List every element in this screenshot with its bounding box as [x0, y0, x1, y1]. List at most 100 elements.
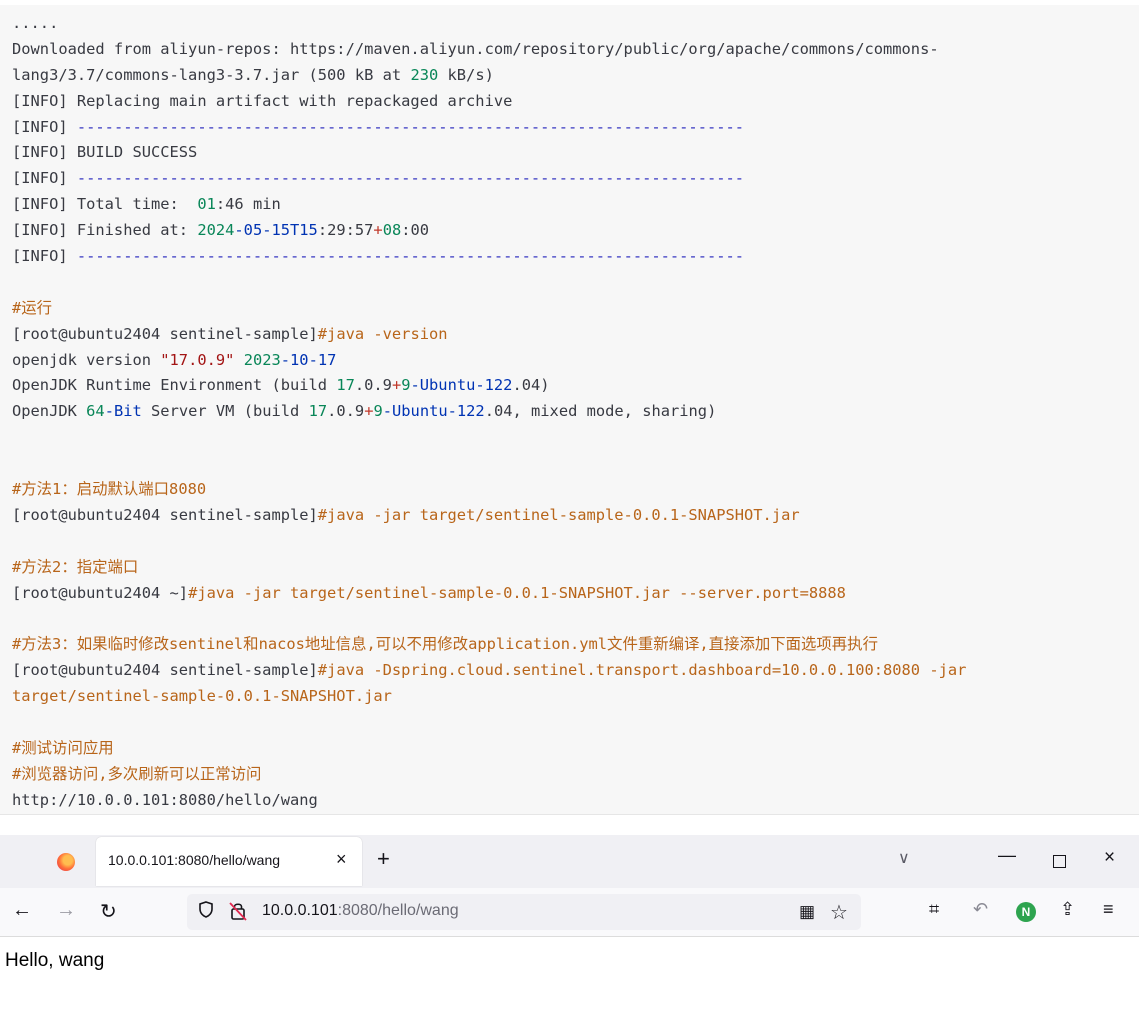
code-line: [INFO] ---------------------------------…: [12, 166, 1131, 192]
code-token: #浏览器访问,多次刷新可以正常访问: [12, 764, 262, 783]
code-token: #java -Dspring.cloud.sentinel.transport.…: [317, 661, 967, 680]
code-line: #方法2：指定端口: [12, 555, 1131, 581]
code-token: #测试访问应用: [12, 738, 114, 757]
page-content: Hello, wang: [5, 950, 105, 971]
code-block: ..... Downloaded from aliyun-repos: https…: [0, 5, 1139, 815]
code-line: lang3/3.7/commons-lang3-3.7.jar (500 kB …: [12, 63, 1131, 89]
tab-close-icon[interactable]: ×: [336, 849, 347, 870]
url-host: 10.0.0.101: [262, 902, 338, 919]
url-path: :8080/hello/wang: [337, 902, 459, 919]
code-line: [INFO] BUILD SUCCESS: [12, 140, 1131, 166]
code-token: -Ubuntu-122: [382, 402, 485, 421]
code-line: #浏览器访问,多次刷新可以正常访问: [12, 762, 1131, 788]
code-token: 2023: [243, 350, 281, 369]
code-token: http://10.0.0.101:8080/hello/wang: [12, 790, 318, 809]
crop-icon[interactable]: ⌗: [929, 899, 939, 920]
code-token: [root@ubuntu2404 sentinel-sample]: [12, 505, 318, 524]
menu-icon[interactable]: ≡: [1103, 899, 1114, 920]
code-token: -Bit: [104, 402, 142, 421]
code-token: #运行: [12, 298, 53, 317]
code-token: #方法1：启动默认端口8080: [12, 480, 207, 499]
undo-icon[interactable]: ↶: [973, 899, 988, 920]
code-line: [INFO] Replacing main artifact with repa…: [12, 89, 1131, 115]
code-token: [INFO] Finished at:: [12, 221, 198, 240]
code-token: [root@ubuntu2404 ~]: [12, 583, 189, 602]
close-window-button[interactable]: ×: [1104, 847, 1115, 869]
forward-icon[interactable]: →: [56, 899, 76, 922]
url-text[interactable]: 10.0.0.101:8080/hello/wang: [262, 902, 459, 920]
code-token: +: [373, 221, 383, 240]
code-line: OpenJDK 64-Bit Server VM (build 17.0.9+9…: [12, 399, 1131, 425]
firefox-logo-icon[interactable]: [57, 853, 75, 871]
code-line: [INFO] Total time: 01:46 min: [12, 192, 1131, 218]
share-icon[interactable]: ⇪: [1060, 899, 1075, 920]
code-token: [INFO]: [12, 247, 77, 266]
code-token: #方法3：如果临时修改sentinel和nacos地址信息,可以不用修改appl…: [12, 635, 878, 654]
url-bar[interactable]: 10.0.0.101:8080/hello/wang ▦ ☆: [187, 894, 861, 930]
code-token: [root@ubuntu2404 sentinel-sample]: [12, 661, 318, 680]
code-token: ----------------------------------------…: [76, 247, 745, 266]
code-token: :00: [401, 221, 430, 240]
code-token: #java -jar target/sentinel-sample-0.0.1-…: [188, 583, 846, 602]
code-token: ----------------------------------------…: [76, 169, 745, 188]
code-token: "17.0.9": [160, 350, 235, 369]
tab-active[interactable]: 10.0.0.101:8080/hello/wang ×: [96, 837, 362, 886]
code-line: http://10.0.0.101:8080/hello/wang: [12, 788, 1131, 814]
code-token: [INFO] Replacing main artifact with repa…: [12, 91, 513, 110]
reload-icon[interactable]: ↻: [100, 899, 117, 924]
code-token: Server VM (build: [141, 402, 309, 421]
code-line: target/sentinel-sample-0.0.1-SNAPSHOT.ja…: [12, 684, 1131, 710]
code-token: 2024: [197, 221, 235, 240]
code-token: Downloaded from aliyun-repos: https://ma…: [12, 39, 939, 58]
code-token: kB/s): [438, 65, 494, 84]
bookmark-star-icon[interactable]: ☆: [830, 900, 848, 925]
code-line: .....: [12, 11, 1131, 37]
code-token: 9: [401, 376, 411, 395]
code-line: #方法1：启动默认端口8080: [12, 477, 1131, 503]
code-token: 64: [86, 402, 105, 421]
code-token: :29:57: [317, 221, 374, 240]
navigation-toolbar: ← → ↻ 10.0.0.101:8080/hello/wang ▦ ☆ ⌗ ↶…: [0, 888, 1139, 937]
extension-n-icon[interactable]: N: [1016, 902, 1036, 922]
qr-code-icon[interactable]: ▦: [799, 902, 815, 922]
code-line: [INFO] ---------------------------------…: [12, 244, 1131, 270]
code-token: .0.9: [354, 376, 392, 395]
tab-bar: 10.0.0.101:8080/hello/wang × + ∨ — ×: [0, 835, 1139, 888]
code-line: OpenJDK Runtime Environment (build 17.0.…: [12, 373, 1131, 399]
code-token: 9: [373, 402, 383, 421]
code-token: #java -jar target/sentinel-sample-0.0.1-…: [317, 505, 800, 524]
code-line: openjdk version "17.0.9" 2023-10-17: [12, 348, 1131, 374]
code-token: [root@ubuntu2404 sentinel-sample]: [12, 324, 318, 343]
shield-icon[interactable]: [199, 901, 213, 918]
code-token: 01: [197, 195, 216, 214]
code-token: .....: [12, 14, 59, 32]
code-token: [INFO] Total time:: [12, 195, 198, 214]
code-line: [root@ubuntu2404 sentinel-sample]#java -…: [12, 658, 1131, 684]
new-tab-button[interactable]: +: [377, 846, 390, 872]
code-line: #测试访问应用: [12, 736, 1131, 762]
code-token: .04, mixed mode, sharing): [484, 402, 717, 421]
code-token: ----------------------------------------…: [76, 117, 745, 136]
code-token: +: [391, 376, 402, 395]
list-all-tabs-icon[interactable]: ∨: [898, 848, 910, 868]
code-token: OpenJDK: [12, 402, 87, 421]
code-token: openjdk version: [12, 350, 161, 369]
code-token: 17: [336, 376, 355, 395]
code-line: Downloaded from aliyun-repos: https://ma…: [12, 37, 1131, 63]
code-token: -05-15T15: [234, 221, 318, 240]
code-line: [root@ubuntu2404 sentinel-sample]#java -…: [12, 503, 1131, 529]
code-token: .04): [512, 376, 550, 395]
terminal-output: ..... Downloaded from aliyun-repos: https…: [12, 11, 1131, 814]
code-line: [root@ubuntu2404 sentinel-sample]#java -…: [12, 322, 1131, 348]
code-line: #运行: [12, 296, 1131, 322]
code-token: 17: [308, 402, 328, 421]
insecure-lock-icon[interactable]: [229, 901, 247, 921]
back-icon[interactable]: ←: [12, 899, 32, 922]
minimize-button[interactable]: —: [998, 845, 1016, 866]
tab-title: 10.0.0.101:8080/hello/wang: [108, 852, 281, 868]
maximize-button[interactable]: [1053, 855, 1066, 868]
